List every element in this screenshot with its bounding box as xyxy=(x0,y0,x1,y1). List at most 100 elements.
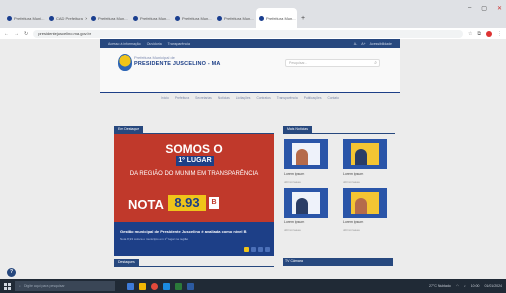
site-search-input[interactable]: Pesquisar... ⌕ xyxy=(285,59,380,67)
menu-item[interactable]: Licitações xyxy=(236,96,251,100)
minimize-button[interactable]: – xyxy=(468,5,471,12)
caption-title: Gestão municipal de Presidente Juscelino… xyxy=(120,229,247,234)
file-explorer-icon[interactable] xyxy=(139,282,146,290)
news-date: dd/mm/aaaa xyxy=(284,228,301,232)
accessibility-link[interactable]: Acessibilidade xyxy=(370,42,392,46)
news-thumbnail[interactable] xyxy=(284,139,328,169)
news-thumbnail[interactable] xyxy=(284,188,328,218)
browser-tab-bar: Prefeitura Muni...✕ CAD Prefeitura✕ Pref… xyxy=(0,0,506,28)
chrome-icon[interactable] xyxy=(151,282,158,290)
featured-banner[interactable]: SOMOS O 1º LUGAR DA REGIÃO DO MUNIM EM T… xyxy=(114,134,274,256)
slide-dot[interactable] xyxy=(251,247,256,252)
menu-icon[interactable]: ⋮ xyxy=(497,31,502,37)
back-button[interactable]: ← xyxy=(4,31,9,37)
slider-dots xyxy=(244,247,270,252)
menu-item[interactable]: Secretarias xyxy=(195,96,212,100)
os-taskbar: ⌕ Digite aqui para pesquisar 27°C Nublad… xyxy=(0,279,506,293)
search-icon[interactable]: ⌕ xyxy=(374,60,377,66)
brand-title[interactable]: PRESIDENTE JUSCELINO - MA xyxy=(134,61,221,67)
reload-button[interactable]: ↻ xyxy=(24,31,28,37)
bottom-rule xyxy=(114,266,274,267)
clock-date[interactable]: 01/01/2024 xyxy=(484,284,502,288)
slide-dot[interactable] xyxy=(258,247,263,252)
browser-tab-2[interactable]: CAD Prefeitura ✕ xyxy=(46,8,87,28)
city-crest-logo[interactable] xyxy=(118,54,132,71)
menu-item[interactable]: Transparência xyxy=(277,96,298,100)
favicon-icon xyxy=(91,15,96,21)
favicon-icon xyxy=(133,15,138,21)
favicon-icon xyxy=(259,15,264,21)
extensions-icon[interactable]: ⧉ xyxy=(477,31,481,37)
window-controls: – ▢ ✕ xyxy=(468,5,502,12)
news-title[interactable]: Lorem ipsum xyxy=(284,172,332,176)
browser-tab-1[interactable]: Prefeitura Muni...✕ xyxy=(4,8,45,28)
help-button[interactable]: ? xyxy=(7,268,16,277)
bottom-section-title: Destaques xyxy=(114,259,139,266)
browser-tab-6[interactable]: Prefeitura Mun...✕ xyxy=(214,8,255,28)
news-date: dd/mm/aaaa xyxy=(284,180,301,184)
weather-widget[interactable]: 27°C Nublado xyxy=(429,284,451,288)
site-topbar: Acesso à informação Ouvidoria Transparên… xyxy=(100,39,400,48)
nota-label: NOTA xyxy=(128,197,164,212)
maximize-button[interactable]: ▢ xyxy=(481,5,487,12)
caption-subtitle: Nota 8,93 coloca o município em 1º lugar… xyxy=(120,237,189,241)
system-tray: 27°C Nublado ◠ ♪ 10:00 01/01/2024 xyxy=(429,284,502,288)
news-rule xyxy=(283,133,395,134)
menu-item[interactable]: Notícias xyxy=(218,96,230,100)
new-tab-button[interactable]: + xyxy=(298,8,308,28)
menu-item[interactable]: Contato xyxy=(327,96,339,100)
browser-tab-3[interactable]: Prefeitura Mun...✕ xyxy=(88,8,129,28)
clock-time[interactable]: 10:00 xyxy=(471,284,480,288)
browser-toolbar: ☆ ⧉ ⋮ xyxy=(468,30,502,37)
taskbar-apps xyxy=(127,282,194,290)
font-decrease-button[interactable]: A- xyxy=(354,42,358,46)
volume-icon[interactable]: ♪ xyxy=(464,284,466,288)
favicon-icon xyxy=(49,15,54,21)
edge-icon[interactable] xyxy=(163,282,170,290)
news-title[interactable]: Lorem ipsum xyxy=(343,172,391,176)
profile-avatar[interactable] xyxy=(486,30,492,37)
menu-item[interactable]: Publicações xyxy=(304,96,322,100)
taskbar-search-input[interactable]: ⌕ Digite aqui para pesquisar xyxy=(15,281,115,291)
main-menu: Início Prefeitura Secretarias Notícias L… xyxy=(100,96,400,100)
browser-tab-4[interactable]: Prefeitura Mun...✕ xyxy=(130,8,171,28)
star-icon[interactable]: ☆ xyxy=(468,31,472,37)
menu-item[interactable]: Prefeitura xyxy=(175,96,189,100)
topbar-link[interactable]: Ouvidoria xyxy=(147,42,162,46)
forward-button[interactable]: → xyxy=(14,31,19,37)
task-view-icon[interactable] xyxy=(127,282,134,290)
word-icon[interactable] xyxy=(187,282,194,290)
news-title[interactable]: Lorem ipsum xyxy=(343,220,391,224)
nota-score: 8.93 xyxy=(168,195,206,211)
tv-section-title: TV Câmara xyxy=(285,259,303,263)
font-increase-button[interactable]: A+ xyxy=(361,42,365,46)
browser-tab-5[interactable]: Prefeitura Mun...✕ xyxy=(172,8,213,28)
url-input[interactable]: presidentejuscelino.ma.gov.br xyxy=(33,29,463,38)
news-date: dd/mm/aaaa xyxy=(343,180,360,184)
address-bar-row: ← → ↻ presidentejuscelino.ma.gov.br ☆ ⧉ … xyxy=(0,28,506,39)
hero-headline: SOMOS O xyxy=(165,142,223,156)
news-thumbnail[interactable] xyxy=(343,188,387,218)
topbar-link[interactable]: Transparência xyxy=(168,42,190,46)
header-divider xyxy=(100,92,400,93)
slide-dot[interactable] xyxy=(244,247,249,252)
search-icon: ⌕ xyxy=(19,284,21,288)
wifi-icon[interactable]: ◠ xyxy=(456,284,459,288)
news-title[interactable]: Lorem ipsum xyxy=(284,220,332,224)
excel-icon[interactable] xyxy=(175,282,182,290)
tab-close-icon[interactable]: ✕ xyxy=(85,16,87,21)
favicon-icon xyxy=(7,15,12,21)
nota-grade: B xyxy=(209,197,219,209)
close-window-button[interactable]: ✕ xyxy=(497,5,502,12)
slide-dot[interactable] xyxy=(265,247,270,252)
menu-item[interactable]: Contratos xyxy=(256,96,270,100)
hero-subline: DA REGIÃO DO MUNIM EM TRANSPARÊNCIA xyxy=(129,171,259,177)
browser-tab-active[interactable]: Prefeitura Mun...✕ xyxy=(256,8,297,28)
news-thumbnail[interactable] xyxy=(343,139,387,169)
topbar-link[interactable]: Acesso à informação xyxy=(108,42,141,46)
menu-item[interactable]: Início xyxy=(161,96,169,100)
site-header: Prefeitura Municipal de PRESIDENTE JUSCE… xyxy=(100,48,400,92)
windows-start-icon[interactable] xyxy=(4,282,11,290)
hero-rank: 1º LUGAR xyxy=(176,156,214,166)
favicon-icon xyxy=(217,15,222,21)
